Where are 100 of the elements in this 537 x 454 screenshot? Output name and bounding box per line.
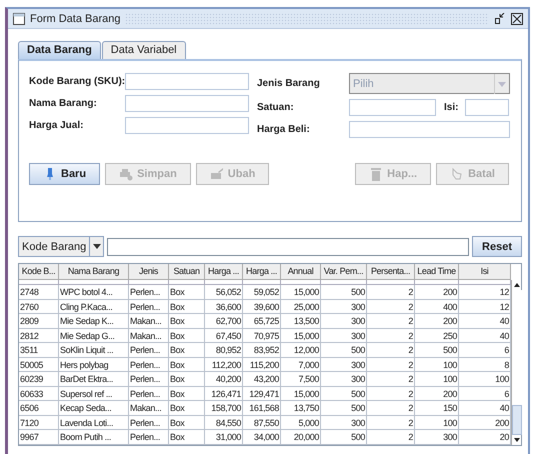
table-cell: 40 [459,314,511,328]
column-header[interactable]: Jenis [129,264,169,280]
table-cell: 100 [415,416,459,430]
table-cell: 500 [321,343,367,358]
hand-icon [450,167,464,181]
table-cell: 60239 [19,372,59,386]
table-cell: 6506 [19,401,59,416]
input-field[interactable] [125,117,249,134]
table-cell: 36,600 [205,300,243,314]
table-cell: 300 [321,328,367,343]
table-cell: 70,975 [243,328,281,343]
table-cell: Box [169,416,205,430]
table-cell: 65,725 [243,314,281,328]
table-cell: 40 [459,401,511,416]
input-field[interactable] [125,73,249,90]
column-header[interactable]: Var. Pem... [321,264,367,280]
table-cell: Kecap Seda... [59,401,129,416]
table-cell: 40 [459,328,511,343]
table-cell: 56,052 [205,285,243,300]
table-cell: 2812 [19,328,59,343]
input-field[interactable] [125,95,249,112]
column-header[interactable]: Harga ... [205,264,243,280]
table-cell: Box [169,372,205,386]
field-label: Kode Barang (SKU): [29,76,125,87]
column-dropdown[interactable]: Kode Barang [18,236,104,257]
window-icon [13,12,25,24]
table-cell: 100 [415,372,459,386]
trash-icon [369,167,384,181]
reset-button[interactable]: Reset [472,236,522,257]
table-cell: Cling P.Kaca... [59,300,129,314]
field-label: Satuan: [257,102,295,113]
table-cell: 2 [367,358,415,372]
table-cell: 34,000 [243,430,281,444]
restore-icon[interactable] [494,12,506,24]
table-cell: 200 [415,386,459,401]
table-cell: Perlen... [129,343,169,358]
table-cell: 2 [367,300,415,314]
table-cell: 200 [459,416,511,430]
input-field[interactable] [349,99,436,116]
table-cell: 2 [367,343,415,358]
table-cell: 50005 [19,358,59,372]
input-field[interactable] [349,121,510,138]
table-cell: WPC botol 4... [59,285,129,300]
table-cell: 6 [459,343,511,358]
caret-icon [92,244,102,250]
table-cell: 115,200 [243,358,281,372]
table-cell: 2 [367,386,415,401]
table-cell: Makan... [129,328,169,343]
column-header[interactable]: Harga ... [243,264,281,280]
column-header[interactable]: Isi [459,264,511,280]
table-cell: Box [169,285,205,300]
table-cell: 300 [321,314,367,328]
table-cell: 2 [367,285,415,300]
column-header[interactable]: Nama Barang [59,264,129,280]
column-header[interactable]: Persenta... [367,264,415,280]
table-cell: 31,000 [205,430,243,444]
close-icon[interactable] [511,12,523,24]
scroll-track[interactable] [512,290,522,434]
scroll-thumb[interactable] [512,404,522,434]
table-cell: BarDet Ektra... [59,372,129,386]
table-cell: 300 [321,300,367,314]
column-header[interactable]: Satuan [169,264,205,280]
table-cell: Perlen... [129,358,169,372]
table-cell: 150 [415,401,459,416]
table-cell: 20 [459,430,511,444]
field-label: Jenis Barang [257,78,321,89]
table-cell: Lavenda Loti... [59,416,129,430]
table-cell: SoKlin Liquit ... [59,343,129,358]
table-cell: Perlen... [129,430,169,444]
window-title: Form Data Barang [30,12,120,24]
table-cell: Box [169,430,205,444]
table-cell: Perlen... [129,416,169,430]
column-header[interactable]: Kode B... [19,264,59,280]
table-cell: 12,000 [281,343,321,358]
search-field[interactable] [107,238,469,256]
table-cell: 13,500 [281,314,321,328]
table-cell: 83,952 [243,343,281,358]
table-cell: 500 [415,343,459,358]
input-field[interactable] [465,99,509,116]
table-cell: Perlen... [129,285,169,300]
column-header[interactable]: Lead Time [415,264,459,280]
column-header[interactable]: Annual [281,264,321,280]
table-cell: 12 [459,300,511,314]
table-cell: 12 [459,285,511,300]
table-cell: 158,700 [205,401,243,416]
button[interactable]: Baru [29,163,100,185]
table-cell: 8 [459,358,511,372]
table-cell: Box [169,300,205,314]
table-cell: Box [169,358,205,372]
table-cell: 200 [415,314,459,328]
table-cell: 39,600 [243,300,281,314]
table-cell: 2 [367,416,415,430]
tab[interactable]: Data Variabel [102,41,186,59]
table-cell: 500 [321,386,367,401]
tab[interactable]: Data Barang [18,41,101,59]
table-cell: 62,700 [205,314,243,328]
table-cell: Mie Sedap G... [59,328,129,343]
table-cell: 84,550 [205,416,243,430]
table-cell: Mie Sedap K... [59,314,129,328]
table-cell: 500 [321,285,367,300]
